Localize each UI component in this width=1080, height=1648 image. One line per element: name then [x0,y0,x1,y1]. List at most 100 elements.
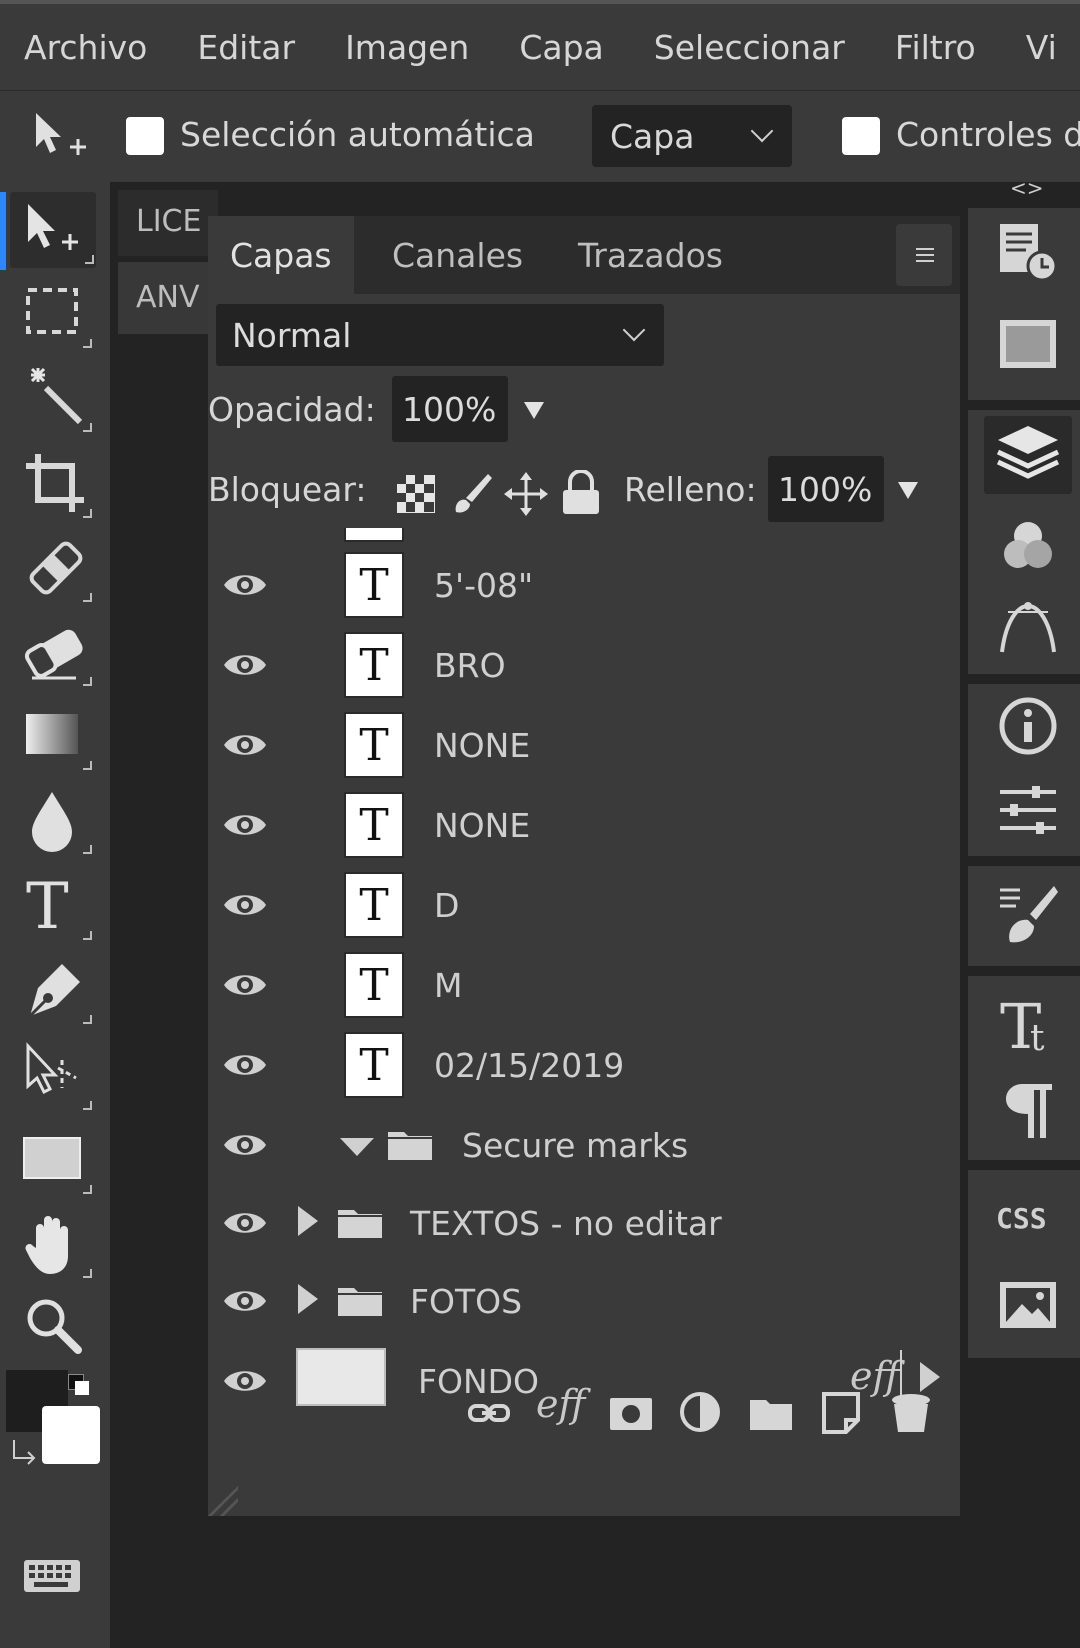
document-tab-1[interactable]: LICE [118,190,218,256]
zoom-tool-icon[interactable] [18,1290,94,1366]
eye-visibility-icon[interactable] [222,648,268,682]
tab-capas[interactable]: Capas [208,216,354,294]
text-layer-glyph: T [359,560,389,611]
blend-mode-dropdown[interactable]: Normal [216,304,664,366]
eye-visibility-icon[interactable] [222,808,268,842]
marquee-tool-icon[interactable] [18,276,94,352]
channels-icon[interactable] [996,514,1060,578]
new-layer-icon[interactable] [818,1390,864,1436]
eye-visibility-icon[interactable] [222,1206,268,1240]
info-icon[interactable] [996,694,1060,758]
tool-group-corner [83,423,92,432]
tab-canales[interactable]: Canales [392,216,523,294]
type-tool-icon[interactable]: T [18,868,94,944]
auto-select-checkbox[interactable] [126,117,164,155]
pen-tool-icon[interactable] [18,952,94,1028]
layer-row[interactable]: T BRO [208,626,960,704]
layer-row[interactable]: T NONE [208,786,960,864]
properties-icon[interactable] [996,780,1060,844]
folder-expanded-arrow-icon[interactable] [340,1138,374,1156]
layer-row[interactable]: T NONE [208,706,960,784]
eye-visibility-icon[interactable] [222,1048,268,1082]
panel-menu-button[interactable] [896,224,952,286]
layers-icon-active[interactable] [984,416,1072,494]
eye-visibility-icon[interactable] [222,968,268,1002]
fill-dropdown-arrow-icon[interactable] [898,482,918,499]
color-swatches[interactable] [6,1370,106,1470]
trash-icon[interactable] [888,1390,934,1436]
layers-panel: Capas Canales Trazados Normal Opacidad: … [208,216,960,1516]
layer-row[interactable]: FOTOS [208,1262,960,1340]
magic-wand-icon[interactable] [18,360,94,436]
layer-row[interactable]: T D [208,866,960,944]
tab-trazados[interactable]: Trazados [578,216,723,294]
new-folder-icon[interactable] [748,1390,794,1436]
eye-visibility-icon[interactable] [222,568,268,602]
background-color-swatch[interactable] [42,1406,100,1464]
layer-row[interactable]: T 02/15/2019 [208,1026,960,1104]
dock-group-history [968,208,1080,400]
css-icon[interactable]: CSS [996,1202,1047,1235]
eraser-icon[interactable] [18,614,94,690]
rectangle-shape-icon[interactable] [18,1122,94,1198]
gradient-icon[interactable] [18,698,94,774]
adjustment-icon[interactable] [678,1390,724,1436]
opacity-dropdown-arrow-icon[interactable] [524,402,544,419]
menu-seleccionar[interactable]: Seleccionar [654,28,845,67]
eye-visibility-icon[interactable] [222,728,268,762]
effects-icon[interactable]: eff [536,1382,585,1426]
text-layer-thumbnail: T [344,952,404,1018]
layer-row[interactable]: TEXTOS - no editar [208,1184,960,1262]
layer-row[interactable]: T 5'-08" [208,546,960,624]
menu-filtro[interactable]: Filtro [895,28,976,67]
menu-editar[interactable]: Editar [197,28,295,67]
dock-collapse-toggle[interactable]: <> [1010,176,1044,200]
move-tool-icon[interactable] [10,192,96,268]
swatches-icon[interactable] [996,312,1060,376]
history-icon[interactable] [996,220,1060,284]
eye-visibility-icon[interactable] [222,888,268,922]
folder-collapsed-arrow-icon[interactable] [298,1206,318,1236]
lock-all-icon[interactable] [560,470,602,516]
menu-vista[interactable]: Vi [1026,28,1057,67]
menu-capa[interactable]: Capa [519,28,603,67]
right-dock: <> Tt CSS [968,176,1080,1648]
keyboard-icon[interactable] [18,1538,94,1614]
character-icon[interactable]: Tt [996,990,1060,1054]
folder-collapsed-arrow-icon[interactable] [298,1284,318,1314]
fill-input[interactable]: 100% [768,456,884,522]
path-select-icon[interactable] [18,1038,94,1114]
default-colors-icon[interactable] [68,1374,90,1396]
healing-brush-icon[interactable] [18,530,94,606]
layer-row[interactable]: Secure marks [208,1106,960,1184]
image-icon[interactable] [996,1274,1060,1338]
folder-icon [338,1288,382,1316]
auto-select-target-dropdown[interactable]: Capa [592,105,792,167]
mask-icon[interactable] [608,1390,654,1436]
hand-tool-icon[interactable] [18,1206,94,1282]
lock-transparency-icon[interactable] [396,474,436,514]
panel-resize-grip[interactable] [208,1486,238,1516]
menu-imagen[interactable]: Imagen [345,28,469,67]
swap-colors-icon[interactable] [10,1436,40,1466]
paragraph-icon[interactable] [996,1078,1060,1142]
transform-controls-checkbox[interactable] [842,117,880,155]
document-tab-2[interactable]: ANV [118,262,218,334]
crop-tool-icon[interactable] [18,446,94,522]
brush-icon[interactable] [996,882,1060,946]
folder-icon [388,1132,432,1160]
folder-icon [338,1210,382,1238]
lock-pixels-brush-icon[interactable] [452,472,492,514]
paths-icon[interactable] [996,596,1060,660]
eye-visibility-icon[interactable] [222,1128,268,1162]
active-tool-indicator [0,192,6,270]
link-icon[interactable] [466,1390,512,1436]
eye-visibility-icon[interactable] [222,1284,268,1318]
layer-row[interactable]: T M [208,946,960,1024]
menu-archivo[interactable]: Archivo [24,28,147,67]
blur-drop-icon[interactable] [18,782,94,858]
lock-position-move-icon[interactable] [504,472,548,516]
opacity-input[interactable]: 100% [392,376,508,442]
text-layer-glyph: T [359,640,389,691]
layer-name: BRO [434,646,506,685]
